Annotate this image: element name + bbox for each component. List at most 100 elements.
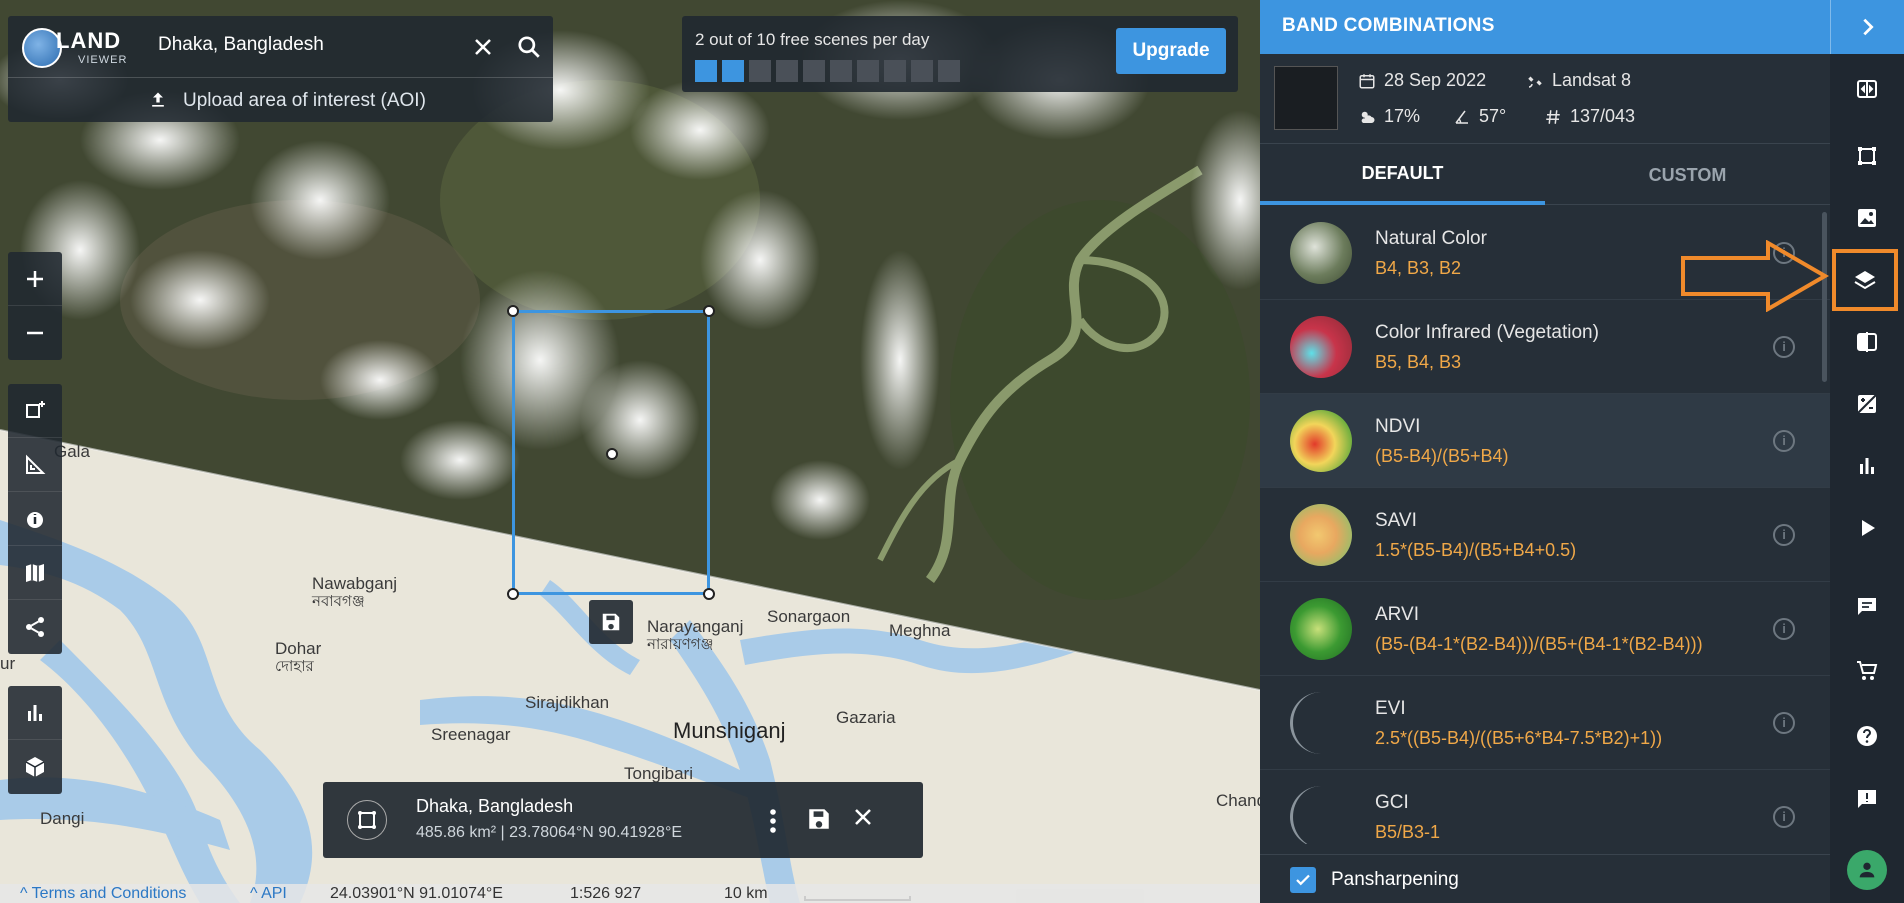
clear-search-button[interactable] (468, 32, 498, 62)
band-item-gci[interactable]: GCI B5/B3-1 i (1260, 770, 1830, 844)
split-view-button[interactable] (1830, 311, 1904, 373)
info-icon[interactable]: i (1773, 806, 1795, 828)
satellite-icon (1528, 76, 1542, 88)
aoi-name: Dhaka, Bangladesh (416, 796, 574, 816)
place-label: Dohar দোহার (275, 639, 321, 675)
aoi-tool-button[interactable] (1830, 125, 1904, 187)
analytics-icon (1860, 458, 1874, 474)
split-icon (1857, 332, 1877, 352)
aoi-rectangle[interactable] (507, 305, 715, 600)
scene-date: 28 Sep 2022 (1358, 70, 1486, 91)
3d-view-button[interactable] (8, 740, 62, 794)
layers-button[interactable] (1832, 249, 1898, 311)
aoi-panel-save-button[interactable] (806, 806, 832, 832)
search-button[interactable] (516, 34, 544, 62)
info-point-button[interactable] (8, 492, 62, 546)
zoom-in-button[interactable] (8, 252, 62, 306)
share-button[interactable] (8, 600, 62, 654)
info-icon[interactable]: i (1773, 618, 1795, 640)
save-icon (602, 613, 620, 631)
aoi-save-button[interactable] (589, 600, 633, 644)
aoi-more-button[interactable] (763, 806, 783, 836)
change-detection-button[interactable] (1830, 373, 1904, 435)
band-thumbnail-loading (1290, 786, 1352, 844)
draw-aoi-button[interactable] (8, 384, 62, 438)
avatar[interactable] (1847, 850, 1887, 890)
compare-button[interactable] (1830, 58, 1904, 120)
aoi-handle-top-left[interactable] (507, 305, 519, 317)
pansharpening-checkbox[interactable] (1290, 867, 1316, 893)
band-item-ndvi[interactable]: NDVI (B5-B4)/(B5+B4) i (1260, 394, 1830, 488)
map-icon (26, 563, 44, 582)
info-icon[interactable]: i (1773, 712, 1795, 734)
band-name: GCI (1375, 792, 1409, 813)
feedback-button[interactable] (1830, 768, 1904, 830)
measure-button[interactable] (8, 438, 62, 492)
status-bar: ^ Terms and Conditions ^ API 24.03901°N … (0, 884, 1260, 903)
aoi-info-panel: Dhaka, Bangladesh 485.86 km² | 23.78064°… (323, 782, 923, 858)
cursor-coordinates: 24.03901°N 91.01074°E (330, 885, 503, 902)
info-icon[interactable]: i (1773, 336, 1795, 358)
land-viewer-app: Gala ur Nawabganj নবাবগঞ্জ Dohar দোহার N… (0, 0, 1904, 903)
cart-button[interactable] (1830, 640, 1904, 702)
timelapse-button[interactable] (1830, 497, 1904, 559)
basemap-button[interactable] (8, 546, 62, 600)
aoi-handle-bottom-right[interactable] (703, 588, 715, 600)
place-label: Meghna (889, 621, 951, 640)
terms-link[interactable]: ^ Terms and Conditions (20, 885, 186, 903)
info-icon[interactable]: i (1773, 524, 1795, 546)
scale-distance: 10 km (724, 885, 768, 902)
scene-satellite-text: Landsat 8 (1552, 70, 1632, 90)
band-formula: (B5-(B4-1*(B2-B4)))/(B5+(B4-1*(B2-B4))) (1375, 634, 1703, 654)
scene-thumbnail[interactable] (1274, 66, 1338, 130)
land-viewer-logo[interactable]: LAND VIEWER (22, 26, 132, 70)
api-link[interactable]: ^ API (250, 885, 287, 903)
share-icon (26, 617, 44, 637)
scene-path-row: 137/043 (1544, 106, 1635, 127)
band-item-arvi[interactable]: ARVI (B5-(B4-1*(B2-B4)))/(B5+(B4-1*(B2-B… (1260, 582, 1830, 676)
aoi-close-button[interactable] (848, 802, 878, 832)
calendar-icon (1359, 73, 1375, 88)
layers-icon (1854, 271, 1876, 290)
tab-custom[interactable]: CUSTOM (1545, 145, 1830, 205)
place-label: Sirajdikhan (525, 693, 610, 712)
change-detection-icon (1857, 394, 1877, 414)
api-label: API (261, 885, 287, 902)
search-input[interactable] (158, 34, 458, 56)
scene-satellite: Landsat 8 (1526, 70, 1631, 91)
place-label: Chand (1216, 791, 1260, 810)
play-icon (1862, 520, 1875, 536)
band-formula: B4, B3, B2 (1375, 258, 1462, 278)
chat-button[interactable] (1830, 575, 1904, 637)
scene-date-text: 28 Sep 2022 (1384, 70, 1487, 90)
band-name: Natural Color (1375, 228, 1487, 249)
help-button[interactable] (1830, 705, 1904, 767)
aoi-handle-center[interactable] (606, 448, 618, 460)
upload-aoi-button[interactable]: Upload area of interest (AOI) (8, 80, 553, 120)
upgrade-button[interactable]: Upgrade (1116, 28, 1226, 74)
band-item-evi[interactable]: EVI 2.5*((B5-B4)/((B5+6*B4-7.5*B2)+1)) i (1260, 676, 1830, 770)
cube-icon (25, 757, 45, 777)
band-item-savi[interactable]: SAVI 1.5*(B5-B4)/(B5+B4+0.5) i (1260, 488, 1830, 582)
search-box: LAND VIEWER Upload area of interest (AOI… (8, 16, 553, 122)
quota-block-free (911, 60, 933, 82)
band-item-color-infrared[interactable]: Color Infrared (Vegetation) B5, B4, B3 i (1260, 300, 1830, 394)
help-icon (1857, 726, 1877, 746)
tab-default[interactable]: DEFAULT (1260, 145, 1545, 205)
search-icon (518, 36, 540, 58)
info-icon[interactable]: i (1773, 430, 1795, 452)
band-thumbnail (1290, 410, 1352, 472)
statistics-button[interactable] (8, 686, 62, 740)
map-scale: 1:526 927 (570, 885, 642, 902)
pansharpening-row: Pansharpening (1260, 854, 1830, 903)
collapse-panel-button[interactable] (1830, 0, 1904, 54)
band-name: ARVI (1375, 604, 1420, 625)
analytics-button[interactable] (1830, 435, 1904, 497)
map-canvas[interactable]: Gala ur Nawabganj নবাবগঞ্জ Dohar দোহার N… (0, 0, 1260, 903)
aoi-handle-top-right[interactable] (703, 305, 715, 317)
aoi-handle-bottom-left[interactable] (507, 588, 519, 600)
quota-text: 2 out of 10 free scenes per day (695, 30, 930, 49)
scenes-button[interactable] (1830, 187, 1904, 249)
band-thumbnail (1290, 222, 1352, 284)
zoom-out-button[interactable] (8, 306, 62, 360)
